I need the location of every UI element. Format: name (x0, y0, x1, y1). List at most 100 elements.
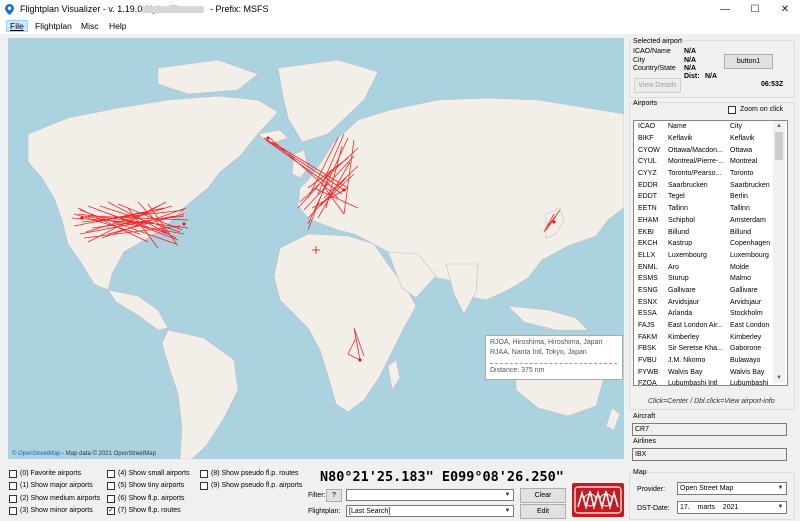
option-checkbox[interactable] (9, 506, 17, 515)
menu-file[interactable]: File (6, 20, 28, 32)
flightplan-value: [Last Search] (349, 508, 391, 515)
cell-icao: ESNG (638, 286, 658, 294)
close-button[interactable]: ✕ (770, 0, 800, 19)
option-checkbox[interactable] (9, 494, 17, 503)
table-row[interactable]: ESNG Gallivare Gallivare (634, 285, 775, 297)
tooltip-separator (490, 363, 617, 364)
window-prefix: - Prefix: MSFS (210, 4, 269, 14)
option-label: (0) Favorite airports (20, 470, 82, 477)
table-row[interactable]: BIKF Keflavik Keflavik (634, 133, 775, 145)
column-header-icao[interactable]: ICAO (634, 121, 668, 133)
table-row[interactable]: ESMS Sturup Malmo (634, 273, 775, 285)
filter-input[interactable]: ▼ (346, 489, 514, 501)
option-checkbox[interactable] (200, 482, 208, 491)
cell-icao: FAKM (638, 333, 658, 341)
cell-icao: FAJS (638, 322, 655, 330)
table-row[interactable]: FBSK Sir Seretse Kha... Gaborone (634, 343, 775, 355)
cell-name: Walvis Bay (668, 368, 703, 376)
option-checkbox[interactable] (9, 482, 17, 491)
cell-city: Kimberley (730, 333, 762, 341)
table-row[interactable]: ESNX Arvidsjaur Arvidsjaur (634, 296, 775, 308)
zoom-on-click-checkbox[interactable] (728, 106, 736, 114)
cell-icao: CYUL (638, 158, 657, 166)
cell-name: Saarbrucken (668, 181, 708, 189)
button1[interactable]: button1 (724, 54, 773, 69)
provider-select[interactable]: Open Street Map ▼ (677, 482, 787, 495)
view-details-button[interactable]: View Details (634, 78, 681, 93)
cell-icao: EETN (638, 205, 657, 213)
table-row[interactable]: FYWB Walvis Bay Walvis Bay (634, 366, 775, 378)
land-masses (27, 59, 624, 459)
dst-day: 17. (680, 504, 690, 511)
scroll-up-icon[interactable]: ▲ (773, 121, 785, 131)
table-row[interactable]: FVBU J.M. Nkomo Bulawayo (634, 355, 775, 367)
table-row[interactable]: EHAM Schiphol Amsterdam (634, 215, 775, 227)
osm-link[interactable]: © OpenStreetMap (12, 451, 60, 457)
menu-flightplan[interactable]: Flightplan (33, 21, 74, 31)
minimize-button[interactable]: — (710, 0, 740, 19)
scroll-down-icon[interactable]: ▼ (773, 373, 785, 383)
utc-time: 06:53Z (761, 81, 784, 88)
airlines-field[interactable]: IBX (632, 448, 787, 461)
cell-city: Gallivare (730, 286, 758, 294)
cell-icao: EKCH (638, 240, 658, 248)
table-row[interactable]: CYUL Montreal/Pierre-... Montreal (634, 156, 775, 168)
option-checkbox[interactable] (107, 494, 115, 503)
cell-city: Luxembourg (730, 251, 769, 259)
menu-help[interactable]: Help (107, 21, 128, 31)
airports-title: Airports (633, 100, 658, 107)
chevron-down-icon: ▼ (504, 492, 511, 498)
dst-date-label: DST-Date: (637, 505, 670, 512)
cell-city: Gaborone (730, 345, 762, 353)
table-row[interactable]: CYOW Ottawa/Macdon... Ottawa (634, 144, 775, 156)
dst-year: 2021 (722, 504, 739, 511)
filter-help-button[interactable]: ? (326, 489, 342, 502)
maximize-button[interactable]: ☐ (740, 0, 770, 19)
table-row[interactable]: EDDR Saarbrucken Saarbrucken (634, 179, 775, 191)
table-row[interactable]: EKCH Kastrup Copenhagen (634, 238, 775, 250)
table-row[interactable]: FAJS East London Air... East London (634, 320, 775, 332)
column-header-name[interactable]: Name (668, 121, 730, 133)
table-row[interactable]: FAKM Kimberley Kimberley (634, 331, 775, 343)
cell-icao: FVBU (638, 357, 657, 365)
table-row[interactable]: ESSA Arlanda Stockholm (634, 308, 775, 320)
table-row[interactable]: CYYZ Toronto/Pearso... Toronto (634, 168, 775, 180)
icao-value: N/A (684, 48, 697, 55)
column-header-city[interactable]: City (730, 121, 775, 133)
cell-city: Toronto (730, 170, 754, 178)
cell-name: Sturup (668, 275, 689, 283)
cell-icao: BIKF (638, 135, 654, 143)
option-label: (5) Show tiny airports (118, 482, 185, 490)
menu-misc[interactable]: Misc (79, 21, 100, 31)
aircraft-field[interactable]: CR7 (632, 423, 787, 436)
cell-city: Berlin (730, 193, 748, 201)
option-checkbox[interactable]: ✓ (107, 506, 115, 515)
cell-icao: EKBI (638, 228, 654, 236)
table-row[interactable]: EDDT Tegel Berlin (634, 191, 775, 203)
option-label: (3) Show minor airports (20, 506, 93, 514)
option-checkbox[interactable] (9, 470, 17, 478)
cell-city: East London (730, 322, 770, 330)
option-label: (2) Show medium airports (20, 494, 101, 502)
option-checkbox[interactable] (200, 470, 208, 478)
clear-button[interactable]: Clear (520, 488, 566, 503)
table-row[interactable]: EKBI Billund Billund (634, 226, 775, 238)
table-row[interactable]: FZQA Lubumbashi Intl Lubumbashi (634, 378, 775, 385)
cell-name: Aro (668, 263, 679, 271)
option-checkbox[interactable] (107, 470, 115, 478)
option-checkbox[interactable] (107, 482, 115, 491)
menu-bar: File Flightplan Misc Help (0, 19, 800, 34)
table-row[interactable]: ELLX Luxembourg Luxembourg (634, 250, 775, 262)
airports-header-row: ICAO Name City (634, 121, 775, 133)
airports-scrollbar[interactable] (773, 121, 785, 383)
cell-icao: ESNX (638, 298, 658, 306)
airports-list[interactable]: ICAO Name City BIKF Keflavik Keflavik CYOW O… (633, 120, 788, 386)
table-row[interactable]: EETN Tallinn Tallinn (634, 203, 775, 215)
world-map[interactable] (8, 38, 624, 459)
title-bar: Flightplan Visualizer - v. 1.19.0 Alpha … (0, 0, 800, 19)
table-row[interactable]: ENML Aro Molde (634, 261, 775, 273)
dst-date-picker[interactable]: 17. marts 2021 ▼ (677, 501, 787, 514)
edit-button[interactable]: Edit (520, 504, 566, 519)
scroll-thumb[interactable] (775, 132, 783, 160)
flightplan-select[interactable]: [Last Search] ▼ (346, 505, 514, 517)
